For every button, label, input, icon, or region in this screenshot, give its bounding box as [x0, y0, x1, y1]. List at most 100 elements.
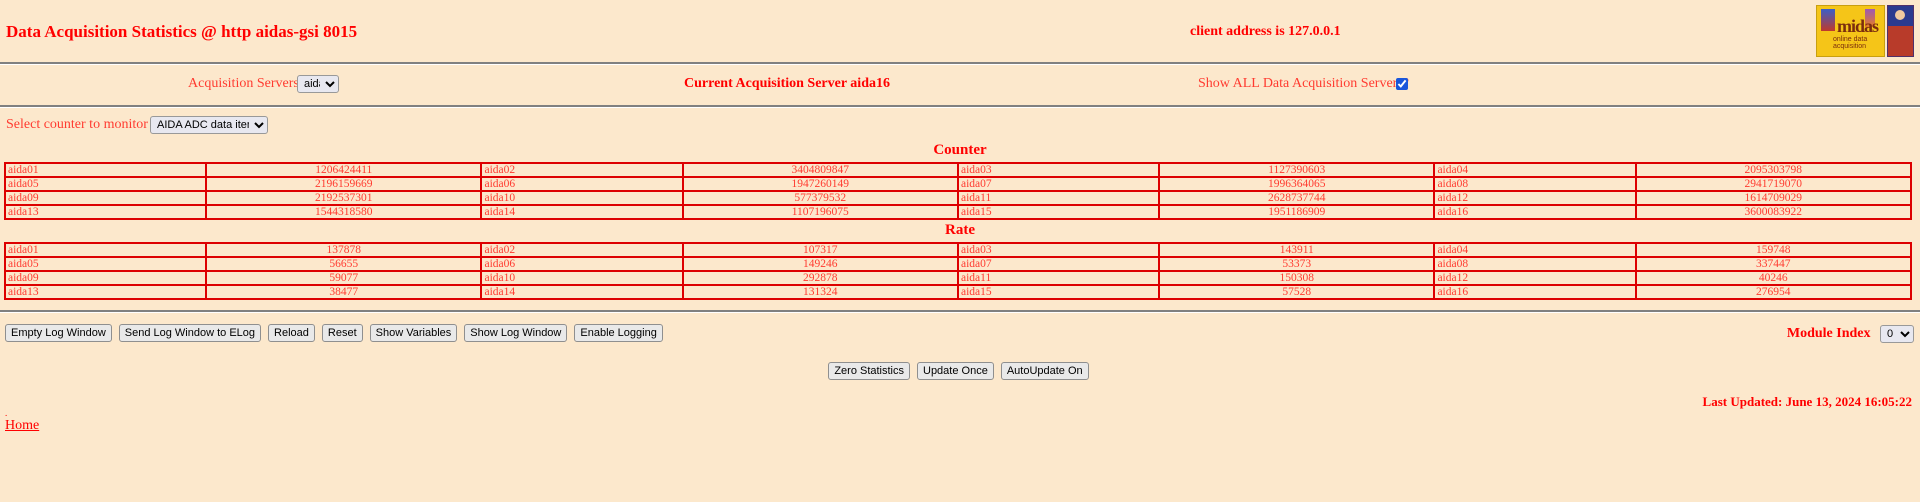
autoupdate-button[interactable]: AutoUpdate On	[1000, 362, 1089, 380]
counter-cell-value: 1951186909	[1158, 204, 1436, 220]
rate-cell-name: aida05	[3, 256, 208, 272]
footer-dot: .	[5, 408, 8, 418]
rate-cell-value: 292878	[681, 270, 959, 286]
toolbar-left-group: Empty Log Window Send Log Window to ELog…	[5, 323, 666, 342]
rate-cell-value: 53373	[1158, 256, 1436, 272]
counter-cell-value: 1544318580	[205, 204, 483, 220]
client-address: client address is 127.0.0.1	[1190, 24, 1341, 39]
counter-cell-value: 1127390603	[1158, 162, 1436, 178]
table-row: aida09 2192537301 aida10 577379532 aida1…	[3, 190, 1913, 206]
module-index-select[interactable]: 0	[1880, 325, 1914, 343]
show-all-servers-checkbox[interactable]	[1396, 78, 1408, 90]
acquisition-servers-label: Acquisition Servers	[188, 76, 299, 91]
send-log-to-elog-button[interactable]: Send Log Window to ELog	[118, 324, 262, 342]
rate-cell-value: 149246	[681, 256, 959, 272]
counter-cell-name: aida02	[480, 162, 684, 178]
counter-cell-name: aida14	[480, 204, 684, 220]
rate-cell-value: 40246	[1634, 270, 1913, 286]
logo-subtitle: online data acquisition	[1833, 36, 1868, 50]
acquisition-server-select[interactable]: aida16	[297, 75, 339, 93]
counter-cell-value: 2095303798	[1634, 162, 1913, 178]
counter-cell-value: 1996364065	[1158, 176, 1436, 192]
counter-cell-name: aida01	[3, 162, 208, 178]
counter-select-label: Select counter to monitor	[6, 117, 148, 132]
rate-cell-name: aida02	[480, 242, 684, 258]
rate-cell-name: aida16	[1433, 284, 1637, 300]
rate-cell-name: aida11	[956, 270, 1161, 286]
rate-cell-name: aida13	[3, 284, 208, 300]
table-row: aida01 1206424411 aida02 3404809847 aida…	[3, 162, 1913, 178]
page-title: Data Acquisition Statistics @ http aidas…	[6, 22, 358, 41]
table-row: aida05 56655 aida06 149246 aida07 53373 …	[3, 256, 1913, 272]
counter-table-title: Counter	[933, 142, 987, 158]
rate-cell-name: aida10	[480, 270, 684, 286]
counter-cell-value: 1947260149	[681, 176, 959, 192]
counter-cell-value: 2192537301	[205, 190, 483, 206]
counter-cell-name: aida13	[3, 204, 208, 220]
rate-cell-value: 276954	[1634, 284, 1913, 300]
counter-cell-name: aida16	[1433, 204, 1637, 220]
counter-cell-name: aida10	[480, 190, 684, 206]
rate-cell-name: aida14	[480, 284, 684, 300]
rate-cell-name: aida08	[1433, 256, 1637, 272]
counter-select[interactable]: AIDA ADC data items	[150, 116, 268, 134]
counter-cell-name: aida12	[1433, 190, 1637, 206]
rate-cell-value: 337447	[1634, 256, 1913, 272]
table-row: aida13 38477 aida14 131324 aida15 57528 …	[3, 284, 1913, 300]
rate-table-title: Rate	[945, 222, 975, 238]
rate-cell-value: 56655	[205, 256, 483, 272]
reset-button[interactable]: Reset	[321, 324, 363, 342]
counter-cell-name: aida09	[3, 190, 208, 206]
rate-cell-value: 137878	[205, 242, 483, 258]
acquisition-server-bar: Acquisition Servers aida16 Current Acqui…	[0, 65, 1920, 105]
table-row: aida05 2196159669 aida06 1947260149 aida…	[3, 176, 1913, 192]
counter-cell-name: aida11	[956, 190, 1161, 206]
counter-cell-name: aida08	[1433, 176, 1637, 192]
counter-selector-bar: Select counter to monitor AIDA ADC data …	[0, 108, 1920, 140]
rate-cell-value: 131324	[681, 284, 959, 300]
counter-cell-name: aida07	[956, 176, 1161, 192]
table-row: aida13 1544318580 aida14 1107196075 aida…	[3, 204, 1913, 220]
rate-cell-value: 59077	[205, 270, 483, 286]
rate-cell-value: 143911	[1158, 242, 1436, 258]
table-row: aida09 59077 aida10 292878 aida11 150308…	[3, 270, 1913, 286]
rate-cell-name: aida07	[956, 256, 1161, 272]
rate-cell-name: aida12	[1433, 270, 1637, 286]
counter-cell-value: 2628737744	[1158, 190, 1436, 206]
rate-cell-name: aida15	[956, 284, 1161, 300]
counter-cell-name: aida05	[3, 176, 208, 192]
show-variables-button[interactable]: Show Variables	[369, 324, 458, 342]
table-row: aida01 137878 aida02 107317 aida03 14391…	[3, 242, 1913, 258]
rate-cell-value: 107317	[681, 242, 959, 258]
rate-cell-name: aida03	[956, 242, 1161, 258]
home-link[interactable]: Home	[0, 418, 39, 434]
counter-cell-name: aida15	[956, 204, 1161, 220]
counter-cell-name: aida06	[480, 176, 684, 192]
logo-person-head-icon	[1895, 10, 1906, 20]
show-log-window-button[interactable]: Show Log Window	[464, 324, 568, 342]
divider-third	[0, 310, 1920, 313]
enable-logging-button[interactable]: Enable Logging	[574, 324, 663, 342]
counter-cell-value: 3404809847	[681, 162, 959, 178]
module-index-label: Module Index	[1786, 326, 1871, 342]
update-once-button[interactable]: Update Once	[917, 362, 994, 380]
logo-wordmark: midas	[1837, 16, 1879, 36]
counter-cell-value: 1206424411	[205, 162, 483, 178]
counter-cell-value: 2196159669	[205, 176, 483, 192]
midas-logo-badge: midas online data acquisition	[1816, 5, 1886, 57]
module-index-group: Module Index 0	[1787, 325, 1914, 343]
toolbar: Empty Log Window Send Log Window to ELog…	[0, 323, 1920, 349]
counter-cell-name: aida03	[956, 162, 1161, 178]
counter-table: aida01 1206424411 aida02 3404809847 aida…	[3, 162, 1913, 220]
rate-cell-value: 159748	[1634, 242, 1913, 258]
logo-figure-left-icon	[1821, 9, 1835, 31]
rate-table: aida01 137878 aida02 107317 aida03 14391…	[3, 242, 1913, 300]
page-root: Data Acquisition Statistics @ http aidas…	[0, 0, 1920, 502]
reload-button[interactable]: Reload	[268, 324, 315, 342]
rate-cell-value: 38477	[205, 284, 483, 300]
zero-statistics-button[interactable]: Zero Statistics	[828, 362, 910, 380]
empty-log-window-button[interactable]: Empty Log Window	[5, 324, 112, 342]
counter-cell-value: 1614709029	[1634, 190, 1913, 206]
rate-cell-value: 57528	[1158, 284, 1436, 300]
counter-cell-value: 1107196075	[681, 204, 959, 220]
